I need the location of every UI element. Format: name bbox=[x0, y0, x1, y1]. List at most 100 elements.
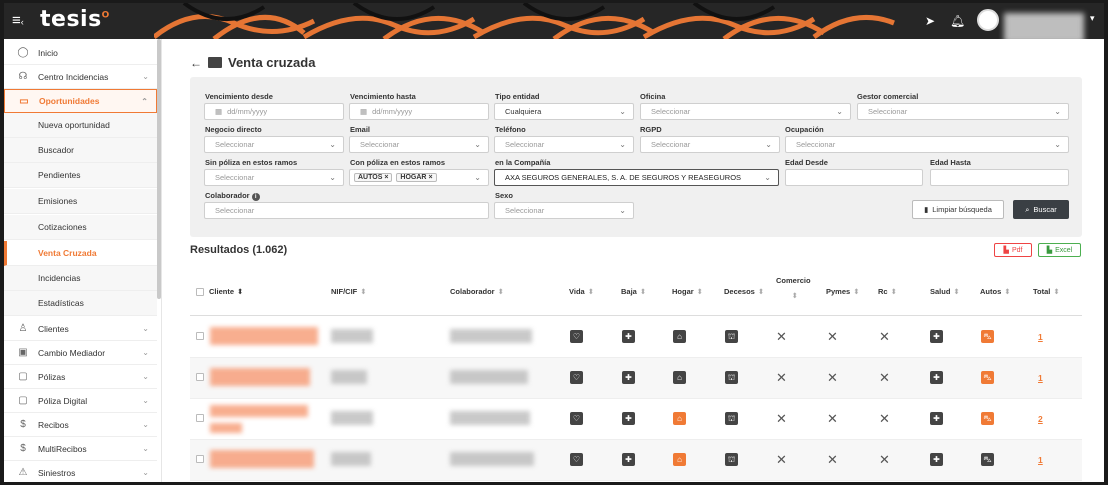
sidebar-item-inicio[interactable]: ◯ Inicio bbox=[4, 41, 157, 65]
tag-autos[interactable]: AUTOS × bbox=[354, 173, 393, 182]
total-link[interactable]: 1 bbox=[1038, 373, 1043, 383]
column-header-vida[interactable]: Vida ⬍ bbox=[569, 287, 594, 296]
export-pdf-button[interactable]: ▙ Pdf bbox=[994, 243, 1032, 257]
total-link[interactable]: 1 bbox=[1038, 332, 1043, 342]
client-name-redacted[interactable] bbox=[210, 327, 318, 345]
gestor-comercial-select[interactable]: Seleccionar ⌄ bbox=[857, 103, 1069, 120]
close-icon: ✕ bbox=[776, 370, 787, 385]
negocio-directo-placeholder: Seleccionar bbox=[215, 140, 255, 149]
table-row[interactable]: ♡ ✚ ⌂ ⛫ ✕ ✕ ✕ ✚ ⛍ 2 bbox=[190, 399, 1082, 440]
sidebar-item-cambio-mediador[interactable]: ▣ Cambio Mediador ⌄ bbox=[4, 341, 157, 365]
column-header-hogar[interactable]: Hogar ⬍ bbox=[672, 287, 703, 296]
column-header-baja[interactable]: Baja ⬍ bbox=[621, 287, 646, 296]
table-row[interactable]: ♡ ✚ ⌂ ⛫ ✕ ✕ ✕ ✚ ⛍ 1 bbox=[190, 358, 1082, 399]
column-header-cliente[interactable]: Cliente ⬍ bbox=[209, 287, 243, 296]
column-header-rc[interactable]: Rc ⬍ bbox=[878, 287, 897, 296]
edad-desde-input[interactable] bbox=[785, 169, 923, 186]
sidebar-subitem-estadisticas[interactable]: Estadísticas bbox=[4, 291, 157, 316]
oficina-select[interactable]: Seleccionar ⌄ bbox=[640, 103, 851, 120]
search-label: Buscar bbox=[1033, 205, 1057, 214]
row-checkbox[interactable] bbox=[196, 455, 204, 463]
chevron-up-icon: ⌃ bbox=[141, 96, 148, 106]
sidebar-subitem-cotizaciones[interactable]: Cotizaciones bbox=[4, 215, 157, 240]
chevron-down-icon[interactable]: ▾ bbox=[1090, 13, 1095, 24]
sidebar-item-label: Clientes bbox=[38, 323, 69, 334]
sidebar-item-recibos[interactable]: $ Recibos ⌄ bbox=[4, 413, 157, 437]
column-header-salud[interactable]: Salud ⬍ bbox=[930, 287, 960, 296]
column-header-nif[interactable]: NIF/CIF ⬍ bbox=[331, 287, 367, 296]
heart-icon: ♡ bbox=[570, 412, 583, 425]
colaborador-input[interactable]: Seleccionar bbox=[204, 202, 489, 219]
menu-toggle-button[interactable]: ≡‹ bbox=[12, 13, 24, 30]
tipo-entidad-select[interactable]: Cualquiera ⌄ bbox=[494, 103, 634, 120]
row-checkbox[interactable] bbox=[196, 414, 204, 422]
sexo-select[interactable]: Seleccionar ⌄ bbox=[494, 202, 634, 219]
select-all-checkbox[interactable] bbox=[196, 288, 204, 296]
sidebar-item-poliza-digital[interactable]: ▢ Póliza Digital ⌄ bbox=[4, 389, 157, 413]
negocio-directo-select[interactable]: Seleccionar ⌄ bbox=[204, 136, 344, 153]
edad-hasta-input[interactable] bbox=[930, 169, 1069, 186]
row-checkbox[interactable] bbox=[196, 332, 204, 340]
column-label: Comercio bbox=[776, 276, 811, 285]
vencimiento-hasta-input[interactable]: ▦ dd/mm/yyyy bbox=[349, 103, 489, 120]
close-icon[interactable]: × bbox=[428, 174, 432, 181]
sidebar-item-siniestros[interactable]: ⚠ Siniestros ⌄ bbox=[4, 461, 157, 482]
medical-icon: ✚ bbox=[622, 371, 635, 384]
column-header-pymes[interactable]: Pymes ⬍ bbox=[826, 287, 859, 296]
con-poliza-multiselect[interactable]: AUTOS × HOGAR × ⌄ bbox=[349, 169, 489, 186]
arrow-left-icon[interactable]: ← bbox=[190, 56, 202, 70]
sin-poliza-select[interactable]: Seleccionar ⌄ bbox=[204, 169, 344, 186]
sidebar-item-oportunidades[interactable]: ▭ Oportunidades ⌃ bbox=[4, 89, 157, 113]
sidebar-item-multirecibos[interactable]: $ MultiRecibos ⌄ bbox=[4, 437, 157, 461]
search-button[interactable]: ⌕ Buscar bbox=[1013, 200, 1069, 219]
sidebar-subitem-buscador[interactable]: Buscador bbox=[4, 138, 157, 163]
sidebar-item-label: Centro Incidencias bbox=[38, 71, 109, 82]
column-header-total[interactable]: Total ⬍ bbox=[1033, 287, 1060, 296]
sidebar-item-centro-incidencias[interactable]: ☊ Centro Incidencias ⌄ bbox=[4, 65, 157, 89]
total-link[interactable]: 2 bbox=[1038, 414, 1043, 424]
close-icon: ✕ bbox=[827, 329, 838, 344]
clear-search-button[interactable]: ▮ Limpiar búsqueda bbox=[912, 200, 1004, 219]
compania-select[interactable]: AXA SEGUROS GENERALES, S. A. DE SEGUROS … bbox=[494, 169, 779, 186]
sidebar-item-polizas[interactable]: ▢ Pólizas ⌄ bbox=[4, 365, 157, 389]
ocupacion-select[interactable]: Seleccionar ⌄ bbox=[785, 136, 1069, 153]
vencimiento-desde-placeholder: dd/mm/yyyy bbox=[227, 107, 268, 116]
table-row[interactable]: ♡ ✚ ⌂ ⛫ ✕ ✕ ✕ ✚ ⛍ 1 bbox=[190, 317, 1082, 358]
column-label: Colaborador bbox=[450, 287, 495, 296]
column-header-colaborador[interactable]: Colaborador ⬍ bbox=[450, 287, 504, 296]
sidebar-subitem-label: Cotizaciones bbox=[38, 222, 87, 232]
vencimiento-desde-input[interactable]: ▦ dd/mm/yyyy bbox=[204, 103, 344, 120]
column-header-autos[interactable]: Autos ⬍ bbox=[980, 287, 1011, 296]
avatar[interactable] bbox=[977, 9, 999, 31]
funeral-icon: ⛫ bbox=[725, 330, 738, 343]
export-excel-button[interactable]: ▙ Excel bbox=[1038, 243, 1081, 257]
sidebar-item-clientes[interactable]: ♙ Clientes ⌄ bbox=[4, 317, 157, 341]
client-name-redacted[interactable] bbox=[210, 405, 308, 417]
sidebar-subitem-incidencias[interactable]: Incidencias bbox=[4, 266, 157, 291]
send-icon[interactable]: ➤ bbox=[925, 14, 935, 28]
nif-redacted bbox=[331, 370, 367, 384]
client-name-redacted[interactable] bbox=[210, 450, 314, 468]
colaborador-label-text: Colaborador bbox=[205, 191, 250, 200]
sidebar-scrollbar[interactable] bbox=[157, 39, 161, 299]
edad-desde-label: Edad Desde bbox=[785, 158, 828, 167]
sort-icon: ⬍ bbox=[497, 287, 504, 296]
table-row[interactable]: ♡ ✚ ⌂ ⛫ ✕ ✕ ✕ ✚ ⛍ 1 bbox=[190, 440, 1082, 481]
bell-icon[interactable]: 🔔︎ bbox=[950, 14, 965, 28]
tag-hogar[interactable]: HOGAR × bbox=[396, 173, 437, 182]
sort-icon: ⬍ bbox=[639, 287, 647, 296]
sidebar-subitem-nueva-oportunidad[interactable]: Nueva oportunidad bbox=[4, 113, 157, 138]
telefono-select[interactable]: Seleccionar ⌄ bbox=[494, 136, 634, 153]
column-header-comercio[interactable]: Comercio ⬍ bbox=[776, 276, 811, 300]
sidebar-subitem-emisiones[interactable]: Emisiones bbox=[4, 189, 157, 214]
close-icon[interactable]: × bbox=[384, 174, 388, 181]
row-checkbox[interactable] bbox=[196, 373, 204, 381]
total-link[interactable]: 1 bbox=[1038, 455, 1043, 465]
rgpd-select[interactable]: Seleccionar ⌄ bbox=[640, 136, 780, 153]
client-name-redacted[interactable] bbox=[210, 368, 310, 386]
sidebar-subitem-pendientes[interactable]: Pendientes bbox=[4, 163, 157, 188]
sidebar-subitem-venta-cruzada[interactable]: Venta Cruzada bbox=[4, 241, 157, 266]
email-select[interactable]: Seleccionar ⌄ bbox=[349, 136, 489, 153]
column-header-decesos[interactable]: Decesos ⬍ bbox=[724, 287, 764, 296]
sidebar-item-label: Recibos bbox=[38, 419, 69, 430]
